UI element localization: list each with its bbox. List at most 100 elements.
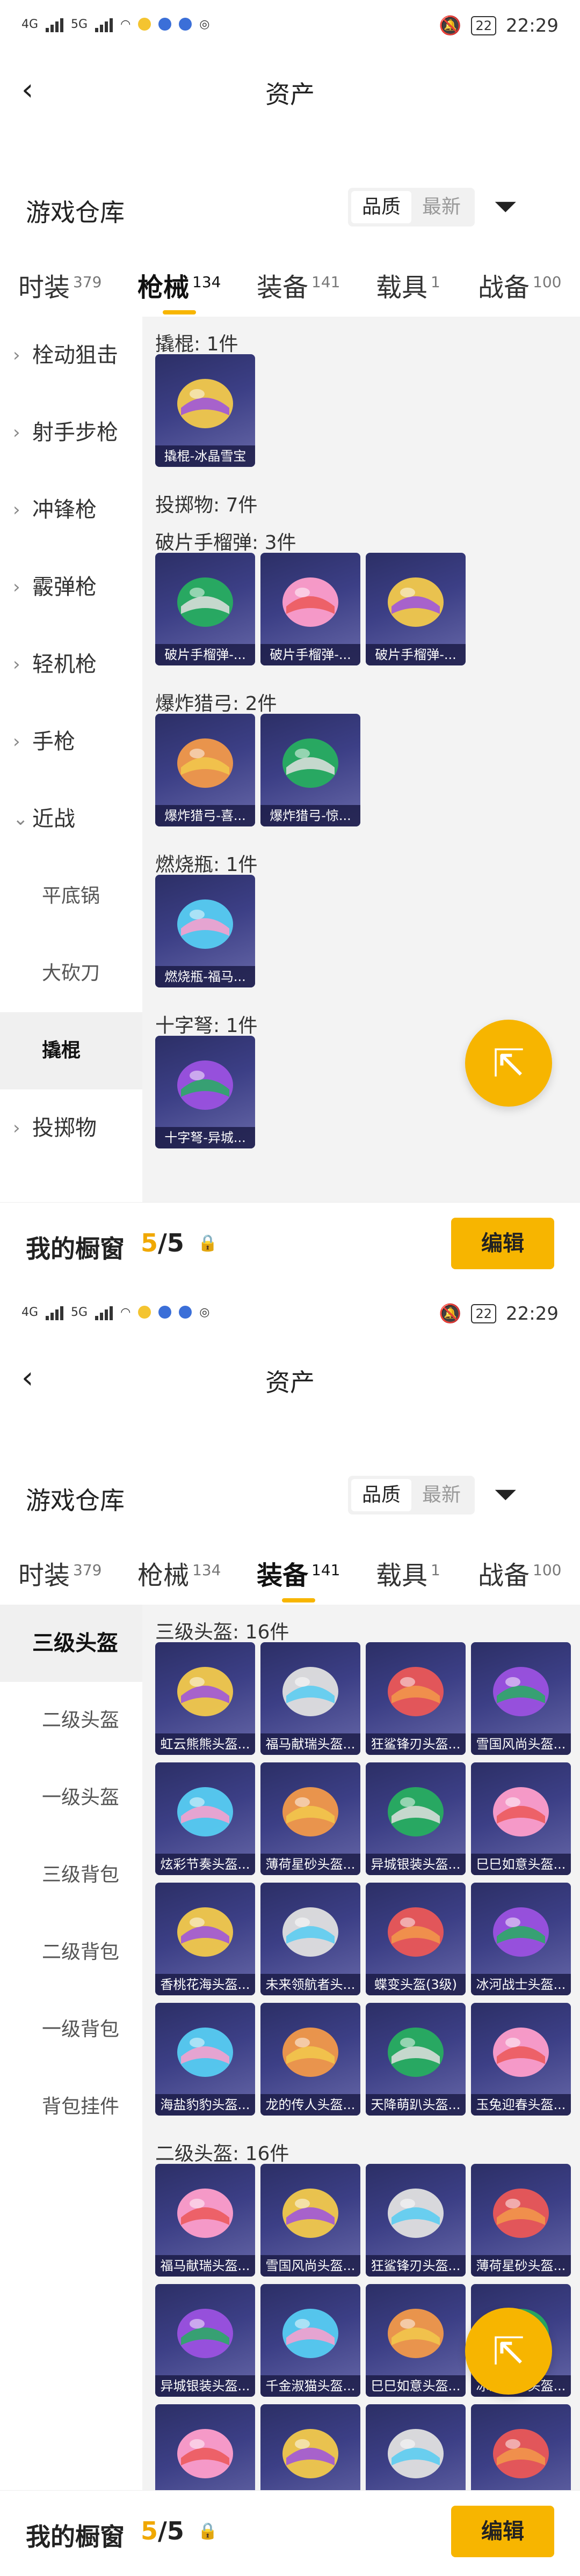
item-card[interactable]: 龙的传人头盔...	[260, 2003, 360, 2116]
chevron-icon: ›	[13, 422, 20, 443]
item-card[interactable]: 破片手榴弹-...	[366, 553, 466, 665]
sidebar-item[interactable]: 三级背包	[0, 1836, 142, 1914]
item-card[interactable]: 福马献瑞头盔...	[260, 1642, 360, 1755]
item-card[interactable]: 异城银装头盔...	[366, 1762, 466, 1875]
tab-vehicles[interactable]: 载具 1	[376, 266, 440, 304]
count-total: 5	[166, 1228, 184, 1257]
item-card[interactable]: 福马献瑞头盔...	[155, 2164, 255, 2277]
item-name: 海盐豹豹头盔...	[155, 2094, 255, 2116]
tab-underline	[162, 310, 196, 314]
item-card[interactable]: 撬棍-冰晶雪宝	[155, 354, 255, 467]
item-card[interactable]: 雪国风尚头盔...	[471, 1642, 571, 1755]
share-external-icon[interactable]: ⇱	[465, 2308, 552, 2395]
sidebar-item[interactable]: 撬棍	[0, 1012, 142, 1089]
filter-icon[interactable]: ⏷	[494, 188, 532, 225]
item-name: 巳巳如意头盔...	[471, 1854, 571, 1875]
battery-icon: 22	[471, 1304, 497, 1323]
sidebar-item[interactable]: › 霰弹枪	[0, 548, 142, 626]
tab-guns[interactable]: 枪械 134	[137, 1554, 221, 1592]
item-name: 破片手榴弹-...	[366, 644, 466, 665]
item-card[interactable]: 破片手榴弹-...	[260, 553, 360, 665]
sort-quality-button[interactable]: 品质	[351, 191, 412, 223]
item-card[interactable]: 蝶变头盔(3级)	[366, 1883, 466, 1995]
sidebar-item[interactable]: ⌄ 近战	[0, 780, 142, 858]
item-card[interactable]: 巳巳如意头盔...	[366, 2284, 466, 2397]
status-time: 22:29	[506, 1303, 559, 1324]
edit-button[interactable]: 编辑	[451, 1218, 554, 1269]
item-card[interactable]	[366, 2404, 466, 2490]
sidebar-item[interactable]: 一级头盔	[0, 1759, 142, 1836]
item-card[interactable]: 千金淑猫头盔...	[260, 2284, 360, 2397]
item-card[interactable]: 炫彩节奏头盔...	[155, 1762, 255, 1875]
item-card[interactable]: 十字弩-异城...	[155, 1036, 255, 1148]
item-image	[177, 1907, 233, 1957]
item-card[interactable]: 薄荷星砂头盔...	[471, 2164, 571, 2277]
sidebar-item[interactable]: 一级背包	[0, 1991, 142, 2068]
item-card[interactable]: 异城银装头盔...	[155, 2284, 255, 2397]
sidebar-item[interactable]: 平底锅	[0, 858, 142, 935]
sidebar-item[interactable]: › 手枪	[0, 703, 142, 780]
sidebar-item[interactable]: › 轻机枪	[0, 626, 142, 703]
sidebar-item-label: 轻机枪	[32, 652, 97, 677]
item-card[interactable]	[471, 2404, 571, 2490]
sidebar-item[interactable]: › 投掷物	[0, 1089, 142, 1167]
tab-fashion[interactable]: 时装 379	[18, 266, 102, 304]
tab-guns[interactable]: 枪械 134	[137, 266, 221, 314]
item-card[interactable]	[260, 2404, 360, 2490]
tab-supplies[interactable]: 战备 100	[478, 266, 561, 304]
sidebar-item[interactable]: 二级背包	[0, 1914, 142, 1991]
filter-icon[interactable]: ⏷	[494, 1476, 532, 1513]
sidebar-item[interactable]: 大砍刀	[0, 935, 142, 1012]
sort-newest-button[interactable]: 最新	[411, 191, 472, 223]
item-image	[177, 1787, 233, 1836]
signal-icon-2	[95, 16, 113, 32]
item-card[interactable]: 燃烧瓶-福马...	[155, 875, 255, 987]
share-external-icon[interactable]: ⇱	[465, 1020, 552, 1107]
item-card[interactable]: 玉兔迎春头盔...	[471, 2003, 571, 2116]
tab-fashion[interactable]: 时装 379	[18, 1554, 102, 1592]
item-card[interactable]: 狂鲨锋刃头盔...	[366, 2164, 466, 2277]
item-card[interactable]: 狂鲨锋刃头盔...	[366, 1642, 466, 1755]
sidebar-item[interactable]: › 射手步枪	[0, 394, 142, 471]
item-card[interactable]: 虹云熊熊头盔...	[155, 1642, 255, 1755]
sidebar-item[interactable]: › 栓动狙击	[0, 317, 142, 394]
item-name: 巳巳如意头盔...	[366, 2375, 466, 2397]
tab-equipment[interactable]: 装备 141	[257, 266, 340, 304]
sidebar-item[interactable]: 二级头盔	[0, 1682, 142, 1759]
sidebar-item-label: 撬棍	[42, 1040, 81, 1062]
sidebar-item[interactable]: › 冲锋枪	[0, 471, 142, 548]
chevron-icon: ›	[13, 1117, 20, 1139]
item-card[interactable]: 冰河战士头盔...	[471, 1883, 571, 1995]
item-card[interactable]: 香桃花海头盔...	[155, 1883, 255, 1995]
tab-supplies[interactable]: 战备 100	[478, 1554, 561, 1592]
sort-newest-button[interactable]: 最新	[411, 1479, 472, 1511]
item-card[interactable]: 破片手榴弹-...	[155, 553, 255, 665]
item-card[interactable]: 天降萌趴头盔...	[366, 2003, 466, 2116]
item-card[interactable]	[155, 2404, 255, 2490]
item-image	[388, 2189, 444, 2238]
sidebar-item[interactable]: 三级头盔	[0, 1605, 142, 1682]
tab-vehicles[interactable]: 载具 1	[376, 1554, 440, 1592]
item-image	[282, 1907, 338, 1957]
item-image	[493, 2429, 549, 2478]
item-card[interactable]: 爆炸猎弓-惊...	[260, 714, 360, 826]
tab-underline	[281, 1598, 315, 1602]
edit-button[interactable]: 编辑	[451, 2506, 554, 2557]
item-card[interactable]: 海盐豹豹头盔...	[155, 2003, 255, 2116]
item-card[interactable]: 爆炸猎弓-喜...	[155, 714, 255, 826]
category-tabs: 时装 379 枪械 134 装备 141 载具 1 战备 100	[0, 247, 580, 317]
sidebar-item[interactable]: 背包挂件	[0, 2068, 142, 2146]
item-group: 爆炸猎弓: 2件 爆炸猎弓-喜... 爆炸猎弓-惊...	[142, 676, 580, 837]
tab-label: 载具	[376, 273, 428, 303]
item-card[interactable]: 未来领航者头...	[260, 1883, 360, 1995]
chevron-icon: ›	[13, 345, 20, 366]
tab-equipment[interactable]: 装备 141	[257, 1554, 340, 1602]
item-name: 爆炸猎弓-惊...	[260, 805, 360, 826]
item-card[interactable]: 雪国风尚头盔...	[260, 2164, 360, 2277]
item-card[interactable]: 巳巳如意头盔...	[471, 1762, 571, 1875]
status-bar: 4G 5G ◠ ◎ 🔕 22 22:29	[0, 1288, 580, 1342]
sort-quality-button[interactable]: 品质	[351, 1479, 412, 1511]
sidebar-item-label: 背包挂件	[42, 2096, 120, 2118]
item-card[interactable]: 薄荷星砂头盔...	[260, 1762, 360, 1875]
item-name: 福马献瑞头盔...	[260, 1733, 360, 1755]
